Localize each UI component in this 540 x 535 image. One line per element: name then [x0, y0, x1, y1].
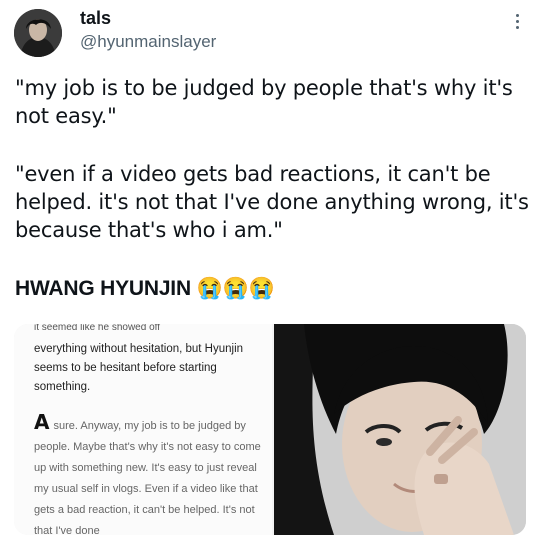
- portrait-photo: [274, 324, 526, 535]
- more-vertical-icon[interactable]: [514, 14, 520, 36]
- tweet-media[interactable]: it seemed like he showed off everything …: [14, 324, 526, 535]
- crying-emoji-icon: 😭😭😭: [196, 277, 275, 300]
- article-answer-letter: A: [34, 410, 50, 434]
- display-name[interactable]: tals: [80, 8, 111, 29]
- article-answer-text: sure. Anyway, my job is to be judged by …: [34, 420, 261, 535]
- tweet-signature: HWANG HYUNJIN: [15, 277, 191, 300]
- tweet-paragraph-3: HWANG HYUNJIN 😭😭😭: [15, 275, 275, 303]
- tweet-paragraph-1: "my job is to be judged by people that's…: [15, 76, 513, 128]
- article-screenshot: it seemed like he showed off everything …: [14, 324, 272, 535]
- article-question: everything without hesitation, but Hyunj…: [34, 343, 244, 393]
- avatar[interactable]: [14, 9, 62, 57]
- article-answer: Asure. Anyway, my job is to be judged by…: [34, 412, 272, 535]
- user-handle[interactable]: @hyunmainslayer: [80, 32, 216, 52]
- tweet-paragraph-2: "even if a video gets bad reactions, it …: [15, 162, 529, 242]
- article-cutoff-line: it seemed like he showed off: [34, 324, 161, 333]
